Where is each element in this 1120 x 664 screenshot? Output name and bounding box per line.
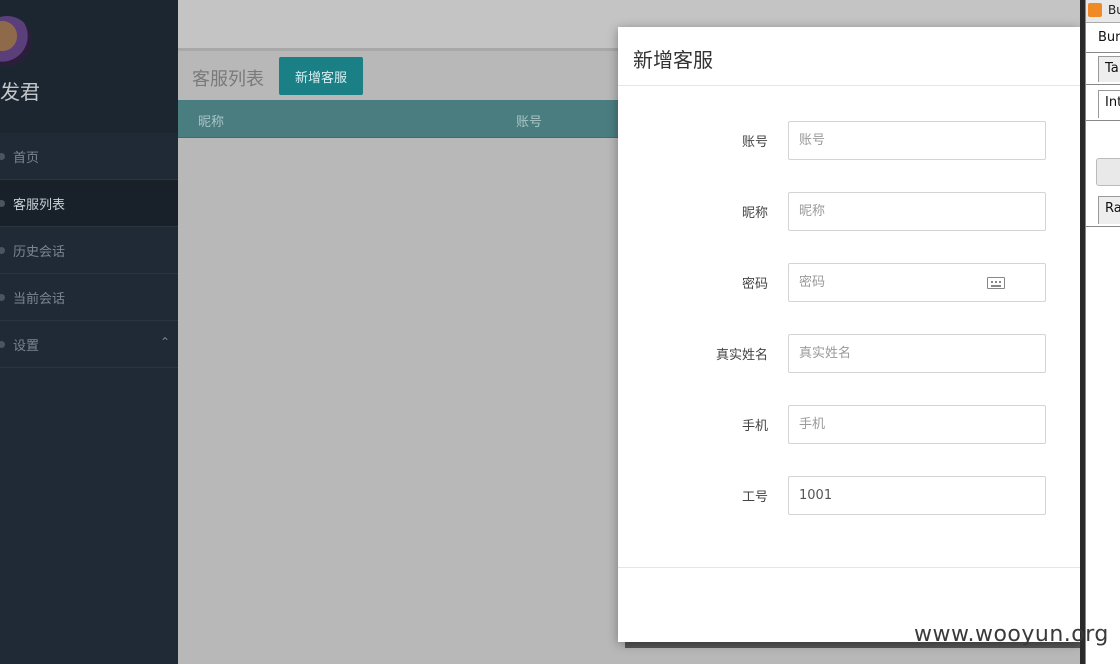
dialog-footer-divider [618,567,1080,568]
phone-input[interactable] [788,405,1046,444]
real-name-label: 真实姓名 [715,348,768,363]
sidebar-item-label: 首页 [13,150,40,166]
account-input[interactable] [788,121,1046,160]
password-input[interactable] [788,263,1046,302]
sidebar-item-agent-list[interactable]: 客服列表 [0,180,178,227]
nickname-input[interactable] [788,192,1046,231]
sidebar-item-label: 当前会话 [13,291,66,307]
nickname-label: 昵称 [741,206,768,221]
home-icon [0,152,5,160]
form-row-phone: 手机 [618,405,1080,446]
side-menu-item[interactable]: Burp [1098,30,1120,45]
side-window: Bu Burp Ta Int Ra [1085,0,1120,664]
side-window-titlebar[interactable]: Bu [1086,0,1120,23]
sidebar-item-history[interactable]: 历史会话 [0,227,178,274]
add-agent-dialog: 新增客服 账号 昵称 密码 真实姓名 手机 工号 [618,27,1080,642]
form-row-account: 账号 [618,121,1080,162]
side-divider [1086,120,1120,121]
employee-id-input[interactable] [788,476,1046,515]
page-title: 客服列表 [192,69,264,90]
side-tab-2[interactable]: Int [1098,90,1120,118]
side-divider [1086,226,1120,227]
app-logo-icon [1088,3,1102,17]
sidebar: 发君 首页 客服列表 历史会话 当前会话 设置 ⌃ [0,0,178,664]
add-agent-button[interactable]: 新增客服 [279,57,363,95]
side-divider [1086,84,1120,85]
keyboard-icon[interactable] [987,277,1005,289]
chevron-up-icon[interactable]: ⌃ [160,335,170,349]
side-divider [1086,52,1120,53]
form-row-employee-id: 工号 [618,476,1080,517]
sidebar-item-label: 设置 [13,338,40,354]
sidebar-profile: 发君 [0,0,178,133]
side-tab-1[interactable]: Ta [1098,56,1120,82]
dialog-title: 新增客服 [633,48,713,72]
form-row-password: 密码 [618,263,1080,304]
watermark: www.wooyun.org [914,622,1109,647]
sidebar-item-settings[interactable]: 设置 ⌃ [0,321,178,368]
sidebar-item-label: 历史会话 [13,244,66,260]
side-tab-3[interactable]: Ra [1098,196,1120,224]
sidebar-item-home[interactable]: 首页 [0,133,178,180]
side-window-title: Bu [1108,3,1120,17]
real-name-input[interactable] [788,334,1046,373]
chat-icon [0,293,5,301]
dialog-header-divider [618,85,1080,86]
form-row-real-name: 真实姓名 [618,334,1080,375]
gear-icon [0,340,5,348]
history-icon [0,246,5,254]
column-header-nickname[interactable]: 昵称 [198,111,224,130]
password-label: 密码 [741,277,768,292]
employee-id-label: 工号 [741,490,768,505]
sidebar-nav: 首页 客服列表 历史会话 当前会话 设置 ⌃ [0,133,178,368]
sidebar-item-current-session[interactable]: 当前会话 [0,274,178,321]
side-button[interactable] [1096,158,1120,186]
sidebar-item-label: 客服列表 [13,197,66,213]
form-row-nickname: 昵称 [618,192,1080,233]
avatar[interactable] [0,16,32,66]
phone-label: 手机 [741,419,768,434]
column-header-account[interactable]: 账号 [516,111,542,130]
user-icon [0,199,5,207]
sidebar-username: 发君 [0,80,40,104]
account-label: 账号 [741,135,768,150]
